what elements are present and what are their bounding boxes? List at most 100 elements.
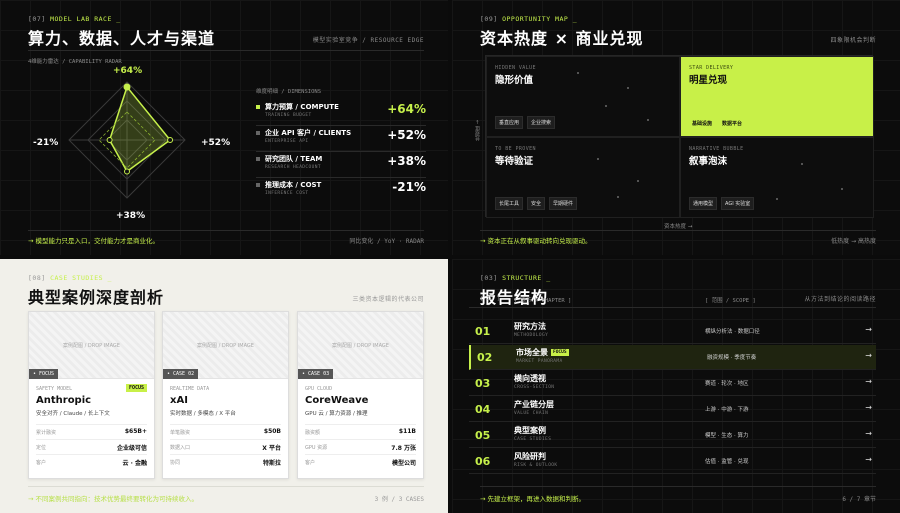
slide-title: 典型案例深度剖析 [28, 288, 165, 307]
card-kind: GPU CLOUD [305, 386, 333, 392]
case-card-coreweave[interactable]: 案例配图 / DROP IMAGE • CASE 03 GPU CLOUD Co… [297, 311, 424, 479]
card-name: xAI [170, 395, 188, 406]
slide-note: 四象限机会判断 [830, 37, 876, 44]
slide-footer: → 先建立框架，再进入数据和判断。 [480, 495, 586, 503]
slide-footer-right: 低热度 → 高热度 [831, 238, 876, 245]
slide-tag: [08] CASE STUDIES _ [28, 274, 112, 282]
chapter-en: CROSS-SECTION [514, 385, 555, 390]
dim-value: +38% [387, 154, 426, 168]
radar-label-bottom: +38% [116, 211, 146, 221]
arrow-right-icon[interactable]: → [865, 403, 872, 412]
chapter-id: 06 [475, 455, 491, 468]
column-header-chapter: [ 章节 / CHAPTER ] [514, 298, 572, 304]
column-header-scope: [ 范围 / SCOPE ] [705, 298, 756, 304]
tag-chip: 基础设施 [689, 118, 716, 129]
card-row: 累计融资 $65B+ [36, 424, 147, 438]
divider [480, 230, 876, 231]
quadrant-star-delivery[interactable]: STAR DELIVERY 明星兑现 基础设施 数据平台 [680, 56, 874, 137]
arrow-right-icon[interactable]: → [865, 377, 872, 386]
card-row: 单笔融资 $50B [170, 424, 281, 438]
arrow-right-icon[interactable]: → [865, 325, 872, 334]
dim-row: 推理成本 / COST INFERENCE COST -21% [256, 178, 426, 204]
quadrant-title: 明星兑现 [689, 75, 728, 86]
slide-title: 资本热度 × 商业兑现 [480, 29, 644, 48]
chapter-row[interactable]: 01 研究方法 METHODOLOGY 横纵分析法 · 数据口径 → [469, 319, 876, 344]
chapter-row-active[interactable]: 02 市场全景 FOCUS MARKET PANORAMA 融资规模 · 季度节奏 → [469, 345, 876, 370]
chapter-en: VALUE CHAIN [514, 411, 549, 416]
dim-name: 算力预算 / COMPUTE [265, 103, 339, 111]
arrow-right-icon[interactable]: → [865, 455, 872, 464]
dim-row: 研究团队 / TEAM RESEARCH HEADCOUNT +38% [256, 152, 426, 178]
quadrant-title: 叙事泡沫 [689, 156, 728, 167]
x-axis-label: 资本热度 → [664, 224, 693, 230]
quadrant-label: STAR DELIVERY [689, 65, 734, 71]
slide-footer-right: 6 / 7 章节 [842, 496, 876, 503]
bullet-icon [256, 105, 260, 109]
case-card-xai[interactable]: 案例配图 / DROP IMAGE • CASE 02 REALTIME DAT… [162, 311, 289, 479]
bullet-icon [256, 157, 260, 161]
chapter-row[interactable]: 03 横向透视 CROSS-SECTION 赛道 · 轮次 · 地区 → [469, 371, 876, 396]
chapter-id: 04 [475, 403, 491, 416]
dim-value: -21% [392, 180, 426, 194]
slide-footer: → 资本正在从叙事驱动转向兑现驱动。 [480, 237, 592, 245]
radar-label-right: +52% [201, 138, 231, 148]
slide-note: 模型实验室竞争 / RESOURCE EDGE [312, 37, 424, 44]
panel-case-studies: [08] CASE STUDIES _ 典型案例深度剖析 三类资本逻辑的代表公司… [0, 259, 448, 513]
chapter-scope: 横纵分析法 · 数据口径 [705, 329, 760, 335]
divider [469, 307, 876, 308]
chapter-id: 03 [475, 377, 491, 390]
tag-chip: 垂直应用 [495, 116, 524, 129]
card-sub: 安全对齐 / Claude / 长上下文 [36, 411, 110, 417]
slide-footer: → 模型能力只是入口，交付能力才是商业化。 [28, 237, 160, 245]
radar-point-compute [123, 83, 131, 91]
bullet-icon [256, 183, 260, 187]
chapter-en: METHODOLOGY [514, 333, 549, 338]
quadrant-label: NARRATIVE BUBBLE [689, 146, 744, 152]
chapter-name: 风险研判 [514, 452, 546, 461]
quadrant-hidden-value[interactable]: HIDDEN VALUE 隐形价值 垂直应用 企业搜索 [486, 56, 680, 137]
dim-row: 算力预算 / COMPUTE TRAINING BUDGET +64% [256, 100, 426, 126]
quadrant-to-be-proven[interactable]: TO BE PROVEN 等待验证 长尾工具 安全 早期硬件 [486, 137, 680, 218]
card-row: GPU 资源 7.8 万张 [305, 439, 416, 453]
card-row: 定位 企业级可信 [36, 439, 147, 453]
dims-header: 维度明细 / DIMENSIONS [256, 89, 322, 95]
card-row: 融资额 $11B [305, 424, 416, 438]
chapter-scope: 融资规模 · 季度节奏 [707, 355, 757, 361]
slide-tag: [07] MODEL LAB RACE _ [28, 15, 121, 23]
card-row: 客户 模型公司 [305, 454, 416, 468]
radar-chart [68, 81, 186, 199]
panel-report-structure: [03] STRUCTURE _ 报告结构 从方法到结论的阅读路径 [ ID ]… [452, 259, 900, 513]
dim-sub: TRAINING BUDGET [265, 113, 312, 118]
quadrant-matrix: HIDDEN VALUE 隐形价值 垂直应用 企业搜索 STAR DELIVERY… [485, 55, 874, 218]
dim-sub: ENTERPRISE API [265, 139, 309, 144]
chapter-name: 产业链分层 [514, 400, 554, 409]
chapter-en: CASE STUDIES [514, 437, 552, 442]
chapter-row[interactable]: 04 产业链分层 VALUE CHAIN 上游 · 中游 · 下游 → [469, 397, 876, 422]
arrow-right-icon[interactable]: → [865, 429, 872, 438]
card-sub: GPU 云 / 算力资源 / 推理 [305, 411, 368, 417]
quadrant-title: 隐形价值 [495, 75, 534, 86]
radar-area [108, 85, 172, 173]
chapter-scope: 赛道 · 轮次 · 地区 [705, 381, 749, 387]
slide-note: 从方法到结论的阅读路径 [804, 296, 876, 303]
card-badge: • CASE 03 [298, 369, 334, 379]
chapter-row[interactable]: 05 典型案例 CASE STUDIES 模型 · 生态 · 算力 → [469, 423, 876, 448]
case-card-anthropic[interactable]: 案例配图 / DROP IMAGE • FOCUS SAFETY MODEL F… [28, 311, 155, 479]
tag-chip: 长尾工具 [495, 197, 524, 210]
panel-opportunity-map: [09] OPPORTUNITY MAP _ 资本热度 × 商业兑现 四象限机会… [452, 0, 900, 255]
card-row: 客户云 · 金融 [36, 454, 147, 468]
radar-label-left: -21% [33, 138, 59, 148]
dim-name: 企业 API 客户 / CLIENTS [265, 129, 352, 137]
dim-value: +64% [387, 102, 426, 116]
bullet-icon [256, 131, 260, 135]
arrow-right-icon[interactable]: → [865, 351, 872, 360]
radar-caption: 4维能力雷达 / CAPABILITY RADAR [28, 59, 122, 65]
quadrant-label: HIDDEN VALUE [495, 65, 536, 71]
divider [28, 50, 424, 51]
chapter-name: 典型案例 [514, 426, 546, 435]
radar-label-top: +64% [113, 66, 143, 76]
quadrant-narrative-bubble[interactable]: NARRATIVE BUBBLE 叙事泡沫 通用模型 AGI 实验室 [680, 137, 874, 218]
chapter-scope: 上游 · 中游 · 下游 [705, 407, 749, 413]
dim-sub: INFERENCE COST [265, 191, 309, 196]
chapter-row[interactable]: 06 风险研判 RISK & OUTLOOK 估值 · 监管 · 兑现 → [469, 449, 876, 474]
